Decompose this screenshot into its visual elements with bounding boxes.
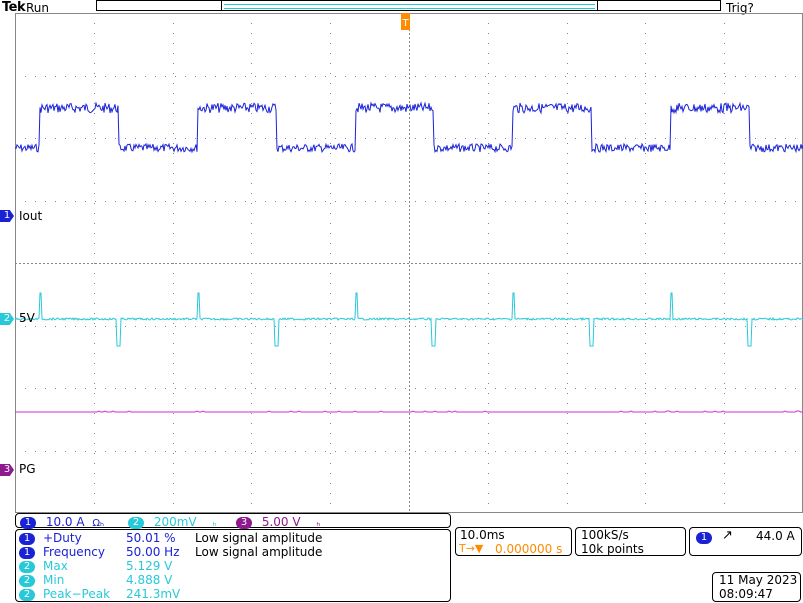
measurement-source-badge: 2 bbox=[19, 588, 35, 601]
measurement-value: 50.00 Hz bbox=[126, 545, 180, 559]
time: 08:09:47 bbox=[719, 587, 773, 601]
measurement-name: +Duty bbox=[43, 531, 82, 545]
measurement-note: Low signal amplitude bbox=[195, 531, 323, 545]
ch3-ground-marker[interactable]: 3 bbox=[0, 464, 14, 476]
ch2-scale[interactable]: 200mV bbox=[154, 515, 197, 529]
measurement-row[interactable]: 1 Frequency 50.00 Hz Low signal amplitud… bbox=[19, 545, 322, 559]
channel-scale-bar: 1 10.0 A Ωₕ 2 200mV ₕ 3 5.00 V ₕ bbox=[15, 513, 451, 529]
ch3-badge[interactable]: 3 bbox=[236, 516, 252, 529]
measurement-source-badge: 2 bbox=[19, 560, 35, 573]
measurement-value: 5.129 V bbox=[126, 559, 173, 573]
measurement-row[interactable]: 2 Peak−Peak 241.3mV bbox=[19, 587, 180, 601]
measurement-source-badge: 1 bbox=[19, 532, 35, 545]
trigger-level: 44.0 A bbox=[756, 529, 795, 543]
measurement-row[interactable]: 1 +Duty 50.01 % Low signal amplitude bbox=[19, 531, 322, 545]
measurement-row[interactable]: 2 Min 4.888 V bbox=[19, 573, 172, 587]
measurement-value: 50.01 % bbox=[126, 531, 176, 545]
ch1-label: Iout bbox=[19, 209, 43, 223]
sample-rate: 100kS/s bbox=[581, 528, 629, 542]
ch1-scale-suffix: Ωₕ bbox=[92, 518, 105, 529]
ch3-label: PG bbox=[19, 462, 36, 476]
measurement-name: Max bbox=[43, 559, 68, 573]
measurement-source-badge: 1 bbox=[19, 546, 35, 559]
measurement-value: 241.3mV bbox=[126, 587, 181, 601]
horizontal-position: 0.000000 s bbox=[495, 542, 563, 556]
measurement-source-badge: 2 bbox=[19, 574, 35, 587]
measurement-row[interactable]: 2 Max 5.129 V bbox=[19, 559, 172, 573]
record-view-window[interactable] bbox=[221, 0, 598, 11]
ch2-ground-marker[interactable]: 2 bbox=[0, 313, 14, 325]
rising-edge-icon: ↗ bbox=[722, 528, 733, 543]
acquisition-panel[interactable]: 100kS/s 10k points bbox=[575, 527, 686, 556]
ch2-badge[interactable]: 2 bbox=[128, 516, 144, 529]
ch2-scale-suffix: ₕ bbox=[212, 518, 217, 529]
timebase-panel[interactable]: 10.0ms T→▼ 0.000000 s bbox=[455, 527, 572, 556]
date: 11 May 2023 bbox=[719, 573, 798, 587]
waveform-graticule: T bbox=[15, 13, 803, 513]
ch1-scale[interactable]: 10.0 A bbox=[46, 515, 85, 529]
ch1-badge[interactable]: 1 bbox=[20, 516, 36, 529]
grid bbox=[15, 13, 803, 513]
measurements-panel: 1 +Duty 50.01 % Low signal amplitude 1 F… bbox=[15, 529, 451, 602]
datetime-panel: 11 May 2023 08:09:47 bbox=[712, 572, 801, 602]
ch3-waveform bbox=[15, 410, 803, 413]
record-length: 10k points bbox=[581, 542, 644, 556]
timebase-scale: 10.0ms bbox=[460, 528, 505, 542]
measurement-note: Low signal amplitude bbox=[195, 545, 323, 559]
trigger-source-badge: 1 bbox=[696, 531, 712, 544]
ch3-scale-suffix: ₕ bbox=[316, 518, 321, 529]
measurement-value: 4.888 V bbox=[126, 573, 173, 587]
ch2-label: 5V bbox=[19, 311, 35, 325]
trigger-marker-label: T bbox=[401, 18, 409, 29]
trigger-position-marker: T bbox=[401, 13, 410, 30]
horizontal-position-marker: T→▼ bbox=[459, 542, 484, 555]
measurement-name: Min bbox=[43, 573, 65, 587]
ch1-ground-marker[interactable]: 1 bbox=[0, 210, 14, 222]
measurement-name: Peak−Peak bbox=[43, 587, 111, 601]
trigger-panel[interactable]: 1 ↗ 44.0 A bbox=[689, 527, 802, 556]
measurement-name: Frequency bbox=[43, 545, 105, 559]
ch3-scale[interactable]: 5.00 V bbox=[262, 515, 301, 529]
